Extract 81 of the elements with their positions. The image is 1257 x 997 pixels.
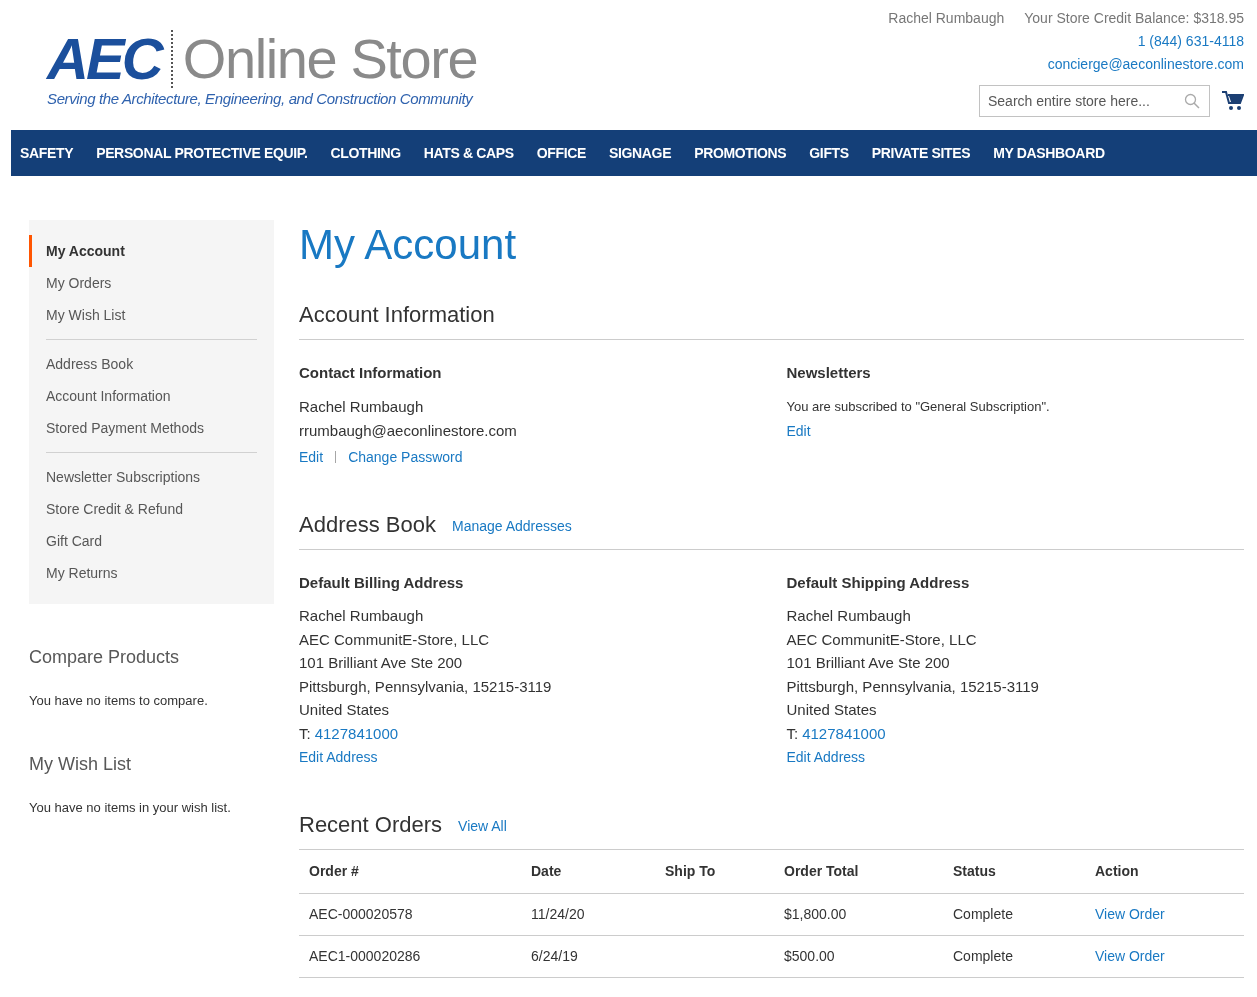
phone-link[interactable]: 4127841000: [314, 721, 399, 745]
table-cell-text: $1,800.00: [784, 905, 848, 924]
table-cell-text: AEC1-000020286: [309, 947, 422, 966]
search-field[interactable]: Search entire store here...: [979, 85, 1210, 117]
action-link[interactable]: Edit: [299, 446, 324, 468]
block-title: My Wish List: [29, 752, 132, 776]
section-title: Recent Orders: [299, 811, 443, 839]
view-order-link[interactable]: View Order: [1095, 904, 1165, 925]
column-header: Action: [1095, 862, 1140, 881]
action-link[interactable]: Edit: [786, 420, 1244, 442]
phone-link[interactable]: 1 (844) 631-4118: [1137, 31, 1244, 52]
address-line: Rachel Rumbaugh: [299, 606, 425, 626]
edit-address-link[interactable]: Edit Address: [299, 747, 760, 768]
column-header: Date: [531, 862, 563, 881]
box-title: Newsletters: [786, 363, 872, 383]
column-header: Order #: [309, 862, 360, 881]
nav-item[interactable]: PRIVATE SITES: [871, 142, 971, 164]
phone-label: T:: [299, 723, 311, 744]
nav-item[interactable]: SAFETY: [20, 142, 74, 164]
logo-tagline: Serving the Architecture, Engineering, and Construction Community: [47, 89, 475, 109]
table-cell-text: AEC-000020578: [309, 905, 414, 924]
address-line: 101 Brilliant Ave Ste 200: [786, 653, 951, 673]
section-link[interactable]: View All: [458, 816, 507, 837]
nav-item[interactable]: OFFICE: [536, 142, 587, 164]
column-header: Status: [953, 862, 997, 881]
address-line: Pittsburgh, Pennsylvania, 15215-3119: [786, 676, 1040, 697]
section-title: Address Book: [299, 510, 436, 539]
contact-line: Rachel Rumbaugh: [299, 396, 425, 417]
customer-name[interactable]: Rachel Rumbaugh: [888, 8, 1005, 29]
logo-mark: AEC: [47, 30, 161, 88]
nav-item[interactable]: SIGNAGE: [609, 142, 672, 164]
address-line: United States: [299, 700, 391, 720]
contact-line: rrumbaugh@aeconlinestore.com: [299, 420, 518, 441]
view-order-link[interactable]: View Order: [1095, 946, 1165, 967]
section-link[interactable]: Manage Addresses: [451, 515, 572, 537]
phone-link[interactable]: 4127841000: [802, 721, 886, 745]
sidebar-item[interactable]: Account Information: [29, 380, 274, 412]
sidebar-item[interactable]: My Wish List: [29, 299, 274, 331]
phone-label: T:: [786, 723, 799, 744]
sidebar-item[interactable]: Store Credit & Refund: [29, 493, 274, 525]
logo-name: Online Store: [182, 31, 478, 87]
nav-item[interactable]: HATS & CAPS: [423, 142, 514, 164]
address-line: AEC CommunitE-Store, LLC: [299, 629, 491, 650]
credit-balance: Your Store Credit Balance: $318.95: [1024, 9, 1244, 28]
sidebar-item[interactable]: Address Book: [29, 348, 274, 380]
box-title: Default Shipping Address: [786, 572, 971, 593]
address-line: 101 Brilliant Ave Ste 200: [299, 653, 464, 673]
sidebar-item[interactable]: My Account: [29, 235, 274, 267]
action-link[interactable]: Change Password: [348, 446, 463, 468]
block-title: Compare Products: [29, 646, 181, 669]
address-line: Rachel Rumbaugh: [786, 606, 912, 626]
table-cell-text: 6/24/19: [531, 947, 579, 966]
nav-item[interactable]: CLOTHING: [330, 142, 401, 164]
nav-item[interactable]: PERSONAL PROTECTIVE EQUIP.: [96, 142, 308, 164]
section-title: Account Information: [299, 301, 495, 329]
column-header: Ship To: [665, 862, 717, 881]
newsletter-text: You are subscribed to "General Subscription".: [786, 397, 1051, 416]
block-text: You have no items in your wish list.: [29, 798, 232, 817]
box-title: Default Billing Address: [299, 572, 465, 593]
table-cell-text: Complete: [953, 905, 1014, 924]
table-cell-text: Complete: [953, 947, 1014, 966]
block-text: You have no items to compare.: [29, 692, 209, 710]
address-line: Pittsburgh, Pennsylvania, 15215-3119: [299, 676, 553, 697]
sidebar-item[interactable]: Newsletter Subscriptions: [29, 461, 274, 493]
sidebar-item[interactable]: Gift Card: [29, 525, 274, 557]
table-cell-text: 11/24/20: [531, 905, 586, 924]
edit-address-link[interactable]: Edit Address: [786, 747, 1244, 768]
address-line: AEC CommunitE-Store, LLC: [786, 629, 978, 650]
cart-icon[interactable]: [1222, 91, 1244, 111]
sidebar-item[interactable]: My Orders: [29, 267, 274, 299]
page-title: My Account: [299, 224, 518, 266]
column-header: Order Total: [784, 862, 860, 881]
sidebar-item[interactable]: Stored Payment Methods: [29, 412, 274, 444]
nav-item[interactable]: MY DASHBOARD: [993, 142, 1105, 164]
table-cell-text: $500.00: [784, 947, 836, 966]
sidebar-item[interactable]: My Returns: [29, 557, 274, 589]
nav-item[interactable]: PROMOTIONS: [694, 142, 787, 164]
email-link[interactable]: concierge@aeconlinestore.com: [1047, 54, 1244, 75]
address-line: United States: [786, 700, 878, 720]
box-title: Contact Information: [299, 363, 443, 383]
nav-item[interactable]: GIFTS: [809, 142, 849, 164]
